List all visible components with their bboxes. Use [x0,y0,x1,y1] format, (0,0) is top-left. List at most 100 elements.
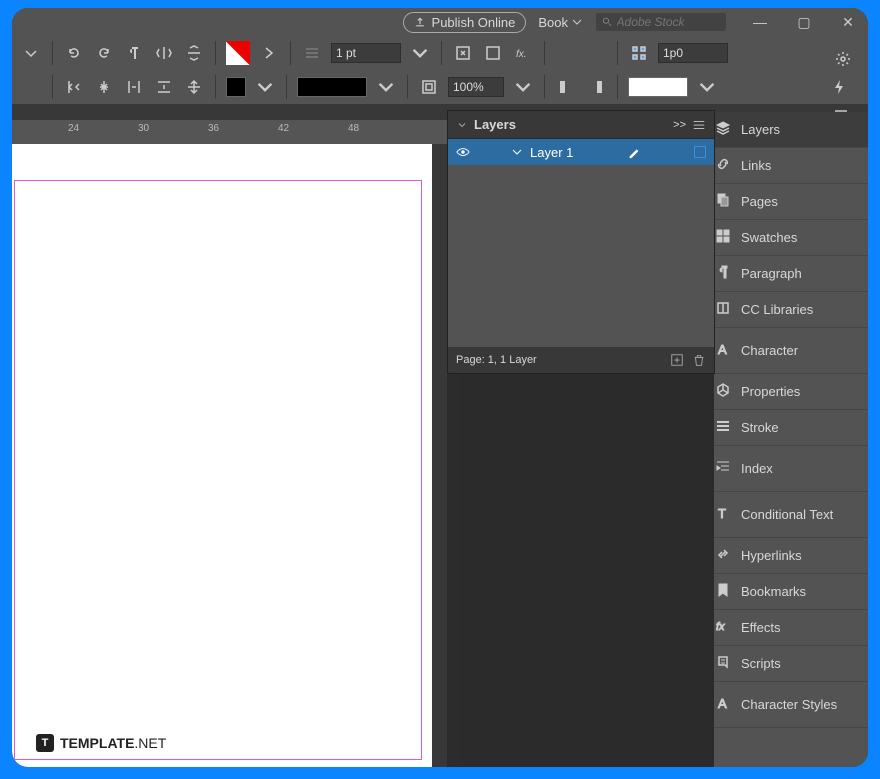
layers-body [448,165,714,347]
layer-name: Layer 1 [530,145,573,160]
panel-effects[interactable]: fx Effects [705,610,868,646]
app-window: Publish Online Book — ▢ ✕ [12,8,868,767]
swatch-white[interactable] [628,77,688,97]
stroke-style-swatch[interactable] [297,77,367,97]
align-center-icon[interactable] [585,42,607,64]
collapse-icon[interactable]: >> [673,119,686,131]
document-canvas[interactable]: T TEMPLATE.NET [12,144,432,767]
chevron-icon [456,119,468,131]
panel-cc[interactable]: CC Libraries [705,292,868,328]
svg-text:A: A [718,342,727,357]
flip-v-icon[interactable] [183,42,205,64]
panel-properties[interactable]: Properties [705,374,868,410]
panel-swatches[interactable]: Swatches [705,220,868,256]
zoom-dd[interactable] [512,76,534,98]
layer-select-box[interactable] [694,146,706,158]
panel-character[interactable]: ACharacter [705,328,868,374]
search-input[interactable] [617,15,720,29]
panel-bookmarks[interactable]: Bookmarks [705,574,868,610]
swatch-white-dd[interactable] [696,76,718,98]
scroll-icon [715,654,731,673]
A-icon: A [715,341,731,360]
flip-h-icon[interactable] [153,42,175,64]
panel-hyperlinks[interactable]: Hyperlinks [705,538,868,574]
panel-label: Effects [741,620,781,635]
panel-pages[interactable]: Pages [705,184,868,220]
maximize-button[interactable]: ▢ [790,14,818,31]
visibility-icon[interactable] [456,145,470,159]
autofit-content-icon[interactable] [418,76,440,98]
panel-label: Properties [741,384,800,399]
layers-panel[interactable]: Layers >> Layer 1 Page: 1, 1 Layer [447,110,715,374]
panel-conditional[interactable]: TConditional Text [705,492,868,538]
swatch-menu[interactable] [258,42,280,64]
control-bar: fx. [12,36,868,104]
lines-icon [715,418,731,437]
bolt-icon[interactable] [828,76,850,98]
hlink-icon [715,546,731,565]
gear-icon[interactable] [832,48,854,70]
rotate-cw-icon[interactable] [93,42,115,64]
text-wrap-left-icon[interactable] [555,76,577,98]
trash-icon[interactable] [692,353,706,367]
svg-text:fx: fx [716,621,725,633]
panel-links[interactable]: Links [705,148,868,184]
frame-icon[interactable] [482,42,504,64]
zoom-input[interactable] [448,77,504,97]
pen-icon[interactable] [627,145,641,159]
svg-text:T: T [718,506,726,521]
side-panel-dock: Layers LinksPagesSwatchesParagraph CC Libr… [704,112,868,767]
color-dd[interactable] [254,76,276,98]
layers-panel-footer: Page: 1, 1 Layer [448,347,714,373]
stroke-weight-input[interactable] [331,43,401,63]
ruler-label: 24 [68,123,79,134]
close-button[interactable]: ✕ [834,14,862,31]
panel-scripts[interactable]: Scripts [705,646,868,682]
align-edge-left-icon[interactable] [63,76,85,98]
layers-status: Page: 1, 1 Layer [456,354,537,366]
rotate-ccw-icon[interactable] [63,42,85,64]
fill-swatch[interactable] [226,41,250,65]
stroke-style-dd[interactable] [375,76,397,98]
panel-label: Layers [741,122,780,137]
paragraph-direction-icon[interactable] [123,42,145,64]
layer-row[interactable]: Layer 1 [448,139,714,165]
A-icon: A [715,695,731,714]
minimize-button[interactable]: — [746,14,774,31]
indent-icon [715,459,731,478]
panel-stroke[interactable]: Stroke [705,410,868,446]
chevron-down-icon[interactable] [512,147,522,157]
constrain-icon[interactable] [628,42,650,64]
workspace-switcher[interactable]: Book [538,15,582,30]
layers-panel-header[interactable]: Layers >> [448,111,714,139]
workspace-label: Book [538,15,568,30]
color-swatch-black[interactable] [226,77,246,97]
horizontal-ruler[interactable]: 24 30 36 42 48 [12,120,447,144]
bookmark-icon [715,582,731,601]
svg-text:fx.: fx. [516,49,527,60]
frame-fit-icon[interactable] [452,42,474,64]
stock-search[interactable] [596,13,726,31]
text-wrap-right-icon[interactable] [585,76,607,98]
panel-charstyles[interactable]: ACharacter Styles [705,682,868,728]
panel-layers[interactable]: Layers [705,112,868,148]
stroke-weight-dd[interactable] [409,42,431,64]
work-area: 24 30 36 42 48 T TEMPLATE.NET Layers [12,112,868,767]
panel-paragraph[interactable]: Paragraph [705,256,868,292]
publish-online-button[interactable]: Publish Online [403,12,527,33]
dropdown-button[interactable] [20,42,42,64]
panel-label: Index [741,461,773,476]
panel-menu-icon[interactable] [692,118,706,132]
align-key-icon[interactable] [183,76,205,98]
field-input[interactable] [658,43,728,63]
distribute-h-icon[interactable] [123,76,145,98]
distribute-v-icon[interactable] [153,76,175,98]
new-layer-icon[interactable] [670,353,684,367]
panel-index[interactable]: Index [705,446,868,492]
align-edge-center-icon[interactable] [93,76,115,98]
watermark: T TEMPLATE.NET [36,734,166,752]
panel-label: CC Libraries [741,302,813,317]
cube-icon [715,382,731,401]
fx-icon[interactable]: fx. [512,42,534,64]
align-left-icon[interactable] [555,42,577,64]
